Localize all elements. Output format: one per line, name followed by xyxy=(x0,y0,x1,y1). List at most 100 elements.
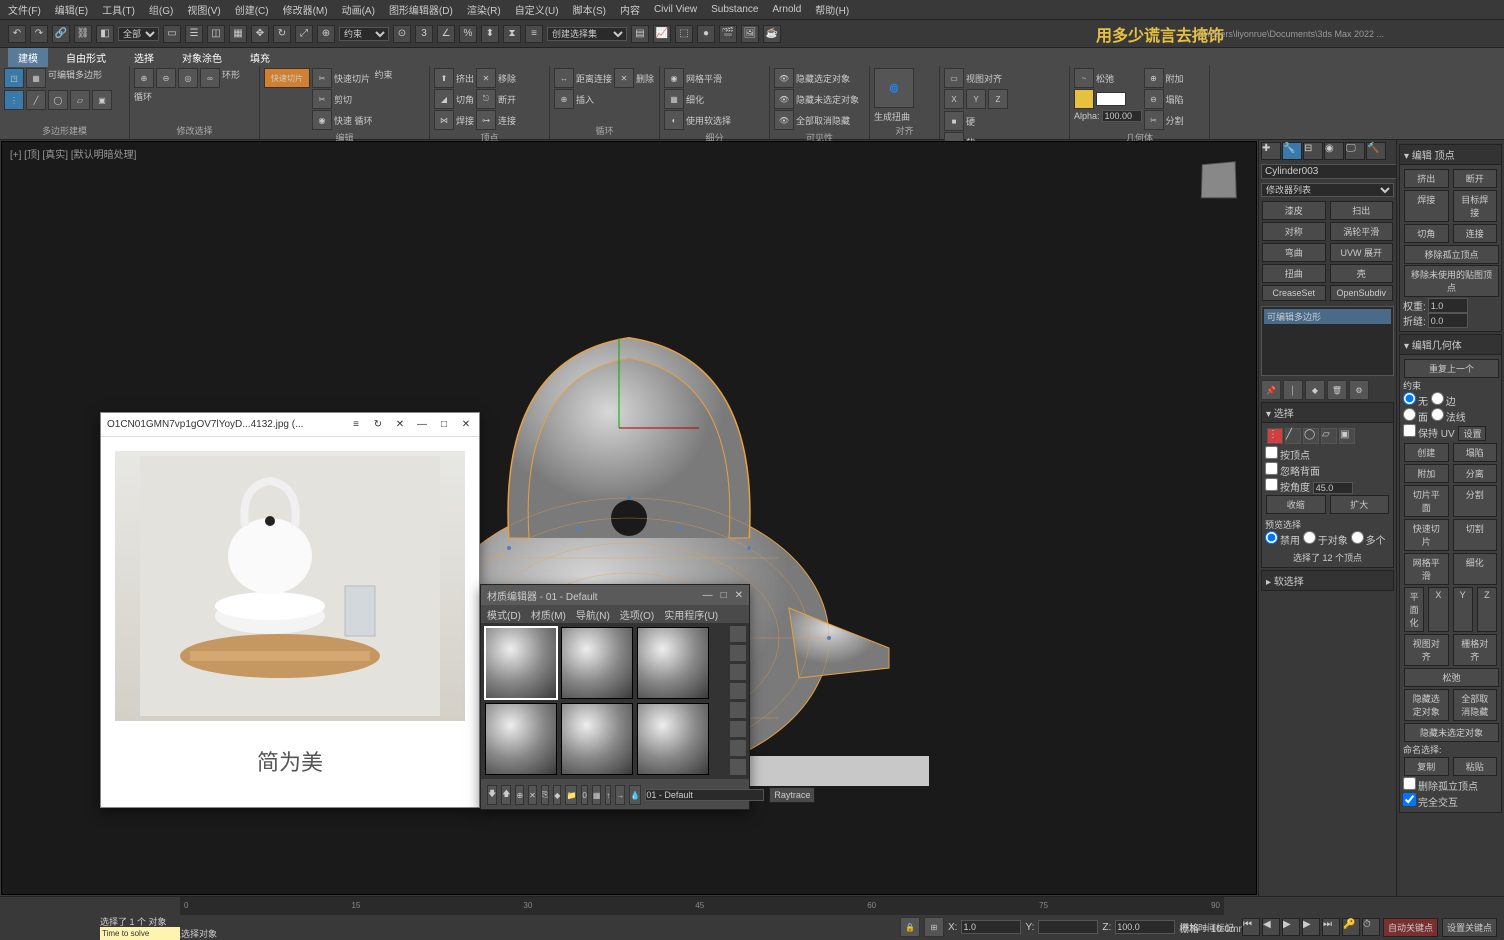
weld-icon[interactable]: ⋈ xyxy=(434,110,454,130)
modifier-stack[interactable]: 可编辑多边形 xyxy=(1261,306,1394,376)
menu-help[interactable]: 帮助(H) xyxy=(815,2,849,17)
split-button[interactable]: 分割 xyxy=(1453,485,1498,517)
refcoord-dropdown[interactable]: 约束 xyxy=(339,27,389,41)
border-sel-icon[interactable]: ◯ xyxy=(1303,428,1319,444)
detach-button[interactable]: 分离 xyxy=(1453,464,1498,483)
menu-anim[interactable]: 动画(A) xyxy=(342,2,375,17)
relax-button[interactable]: 松弛 xyxy=(1404,668,1499,687)
unlink-icon[interactable]: ⛓ xyxy=(74,25,92,43)
toggle-ribbon-icon[interactable]: ▤ xyxy=(631,25,649,43)
grow-button[interactable]: 扩大 xyxy=(1330,495,1390,514)
percent-snap-icon[interactable]: % xyxy=(459,25,477,43)
msmooth-button[interactable]: 网格平滑 xyxy=(1404,553,1449,585)
go-parent-icon[interactable]: ↑ xyxy=(605,785,611,805)
create-button[interactable]: 创建 xyxy=(1404,443,1449,462)
paint-button[interactable]: 扫出 xyxy=(1330,201,1394,220)
collapse-button[interactable]: 塌陷 xyxy=(1453,443,1498,462)
mat-name-input[interactable] xyxy=(645,789,764,801)
weight-input[interactable] xyxy=(1428,298,1468,313)
tab-modeling[interactable]: 建模 xyxy=(8,48,48,67)
quickloop-icon[interactable]: ◉ xyxy=(312,110,332,130)
xyz-z-button[interactable]: Z xyxy=(988,89,1008,109)
go-forward-icon[interactable]: → xyxy=(615,785,625,805)
hard-icon[interactable]: ■ xyxy=(944,111,964,131)
relax-icon[interactable]: ~ xyxy=(1074,68,1094,88)
mat-mode-menu[interactable]: 模式(D) xyxy=(487,607,521,622)
lock-icon[interactable]: 🔒 xyxy=(900,917,920,937)
select-region-icon[interactable]: ◫ xyxy=(207,25,225,43)
put-to-lib-icon[interactable]: 📁 xyxy=(565,785,577,805)
break-button[interactable]: 断开 xyxy=(1453,169,1498,188)
menu-file[interactable]: 文件(F) xyxy=(8,2,41,17)
play-icon[interactable]: ▶ xyxy=(1282,918,1300,936)
y-input[interactable] xyxy=(1038,920,1098,934)
attach-button[interactable]: 附加 xyxy=(1404,464,1449,483)
matid-icon[interactable]: 0 xyxy=(581,785,587,805)
video-check-icon[interactable] xyxy=(729,701,747,719)
render-frame-icon[interactable]: 🖼 xyxy=(741,25,759,43)
modify-tab-icon[interactable]: 🔧 xyxy=(1282,142,1302,160)
detach-icon[interactable]: ✕ xyxy=(614,68,634,88)
sample-type-icon[interactable] xyxy=(729,625,747,643)
options-icon[interactable] xyxy=(729,739,747,757)
viewcube[interactable] xyxy=(1201,161,1237,198)
hideunsel-button[interactable]: 隐藏未选定对象 xyxy=(1404,723,1499,742)
mat-minimize-icon[interactable]: — xyxy=(703,590,713,601)
rotate-icon[interactable]: ↻ xyxy=(371,419,385,430)
redo-icon[interactable]: ↷ xyxy=(30,25,48,43)
deleteiso-checkbox[interactable] xyxy=(1403,777,1416,790)
repeat-button[interactable]: 重复上一个 xyxy=(1404,359,1499,378)
hideunsel-icon[interactable]: 👁 xyxy=(774,89,794,109)
hamburger-icon[interactable]: ≡ xyxy=(349,419,363,430)
y-button[interactable]: Y xyxy=(1453,587,1473,632)
get-material-icon[interactable]: 🡇 xyxy=(487,785,497,805)
mat-close-icon[interactable]: ✕ xyxy=(735,590,743,601)
mat-util-menu[interactable]: 实用程序(U) xyxy=(664,607,718,622)
byvertex-checkbox[interactable] xyxy=(1265,446,1278,459)
preview-icon[interactable] xyxy=(729,720,747,738)
angle-input[interactable] xyxy=(1313,482,1353,494)
tab-paint[interactable]: 对象涂色 xyxy=(172,48,232,67)
named-selection-dropdown[interactable]: 创建选择集 xyxy=(547,27,627,41)
z-button[interactable]: Z xyxy=(1477,587,1497,632)
ignoreback-checkbox[interactable] xyxy=(1265,462,1278,475)
menu-group[interactable]: 组(G) xyxy=(149,2,173,17)
material-slot-2[interactable] xyxy=(561,627,633,699)
mat-material-menu[interactable]: 材质(M) xyxy=(531,607,566,622)
move-icon[interactable]: ✥ xyxy=(251,25,269,43)
fullinteract-checkbox[interactable] xyxy=(1403,793,1416,806)
softsel-rollout-hdr[interactable]: ▸ 软选择 xyxy=(1261,570,1394,591)
color-swatch-white[interactable] xyxy=(1096,92,1126,106)
undo-icon[interactable]: ↶ xyxy=(8,25,26,43)
motion-tab-icon[interactable]: ◉ xyxy=(1324,142,1344,160)
targetweld-button[interactable]: 目标焊接 xyxy=(1453,190,1498,222)
twist-button[interactable]: 扭曲 xyxy=(1262,264,1326,283)
hidesel-button[interactable]: 隐藏选定对象 xyxy=(1404,689,1449,721)
reset-icon[interactable]: ✕ xyxy=(528,785,537,805)
editgeom-rollout-hdr[interactable]: ▾ 编辑几何体 xyxy=(1399,334,1502,355)
rotate-icon[interactable]: ↻ xyxy=(273,25,291,43)
select-name-icon[interactable]: ☰ xyxy=(185,25,203,43)
face-radio[interactable] xyxy=(1403,408,1416,421)
edge-radio[interactable] xyxy=(1431,392,1444,405)
quickslice-icon[interactable]: ✂ xyxy=(312,68,332,88)
bind-icon[interactable]: ◧ xyxy=(96,25,114,43)
tessellate-button[interactable]: 细化 xyxy=(1453,553,1498,585)
bend-button[interactable]: 弯曲 xyxy=(1262,243,1326,262)
menu-custom[interactable]: 自定义(U) xyxy=(515,2,559,17)
abs-rel-icon[interactable]: ⊞ xyxy=(924,917,944,937)
makeplanar-icon[interactable]: ▭ xyxy=(944,68,964,88)
element-subobj-icon[interactable]: ▣ xyxy=(92,90,112,110)
maximize-icon[interactable]: □ xyxy=(437,419,451,430)
weld-button[interactable]: 焊接 xyxy=(1404,190,1449,222)
pivot-icon[interactable]: ⊙ xyxy=(393,25,411,43)
setkey-button[interactable]: 设置关键点 xyxy=(1442,918,1497,937)
removeunused-button[interactable]: 移除未使用的贴图顶点 xyxy=(1404,265,1499,297)
menu-civil[interactable]: Civil View xyxy=(654,4,697,15)
shell-button[interactable]: 壳 xyxy=(1330,264,1394,283)
menu-edit[interactable]: 编辑(E) xyxy=(55,2,88,17)
render-icon[interactable]: ☕ xyxy=(763,25,781,43)
goto-end-icon[interactable]: ⏭ xyxy=(1322,918,1340,936)
show-map-icon[interactable]: ▦ xyxy=(592,785,602,805)
sample-uv-icon[interactable] xyxy=(729,682,747,700)
